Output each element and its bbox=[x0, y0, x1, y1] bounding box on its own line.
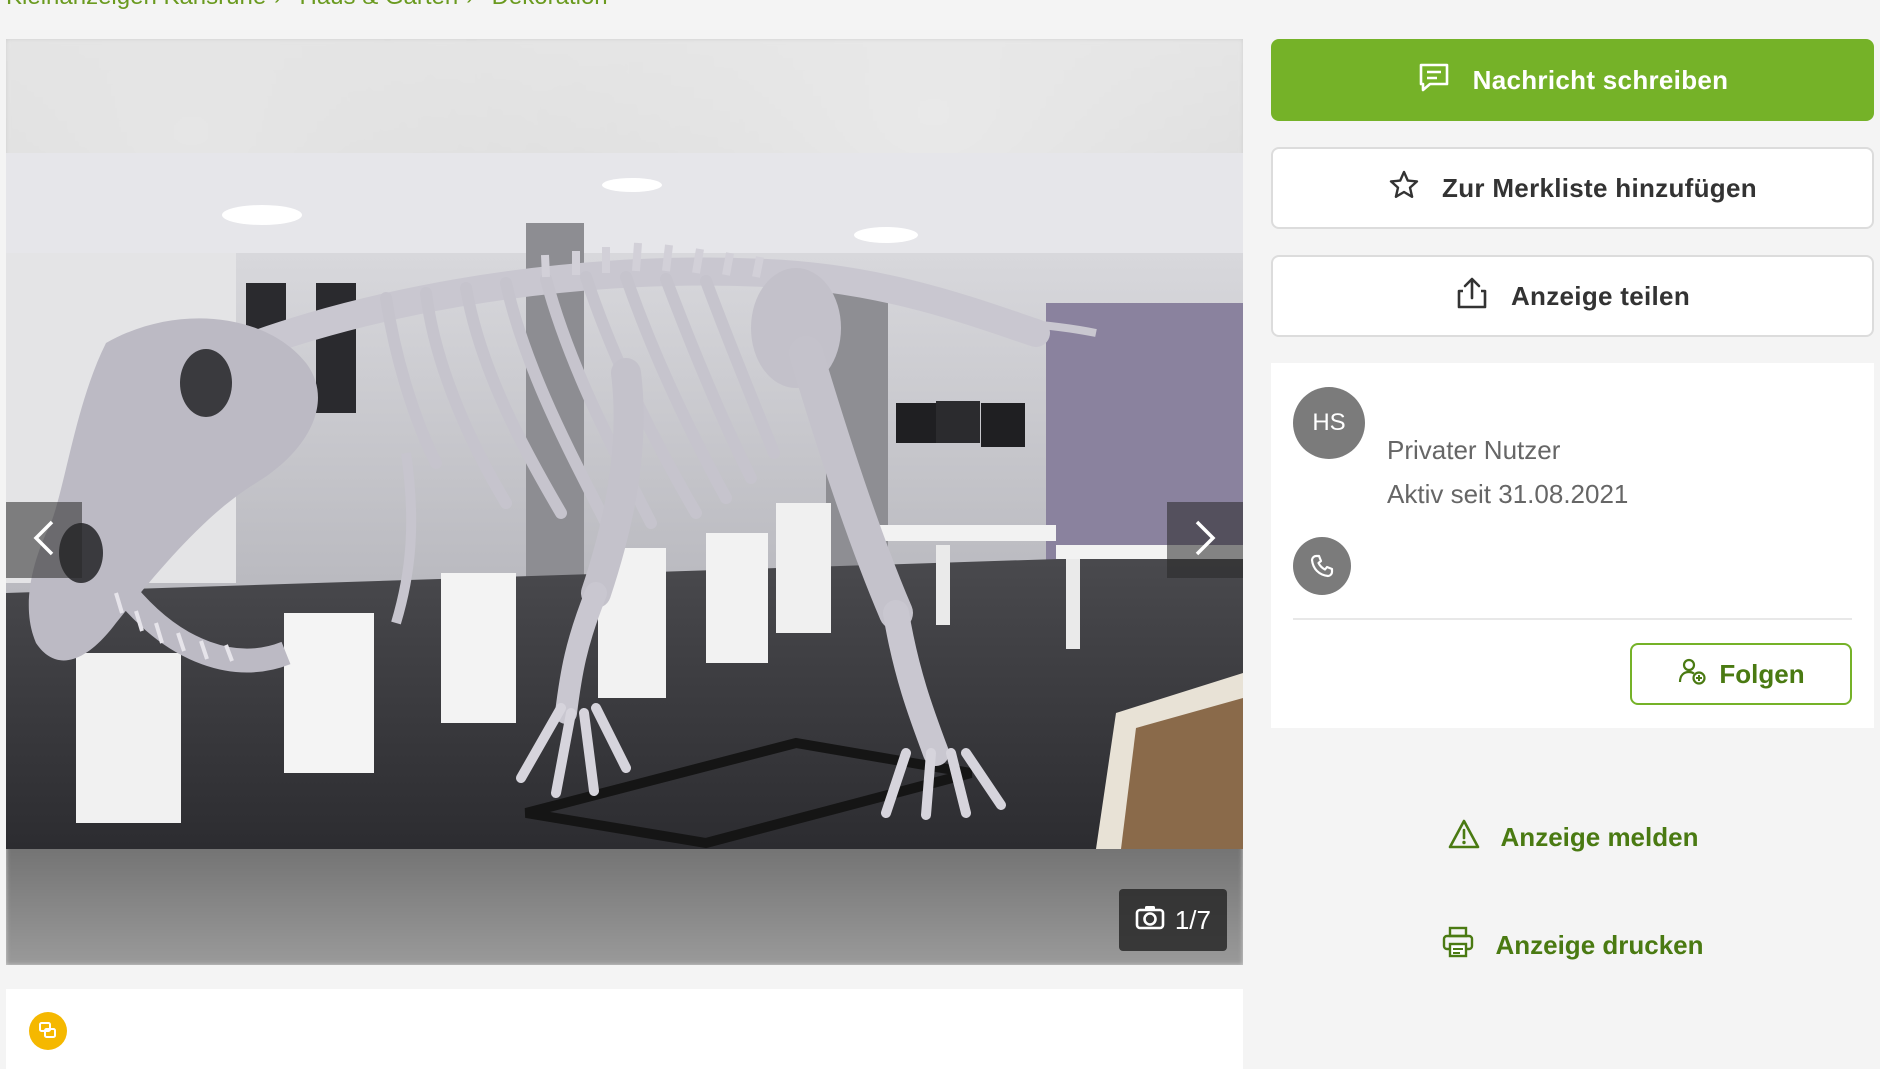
breadcrumb-chevron-icon: › bbox=[466, 0, 473, 10]
phone-icon[interactable] bbox=[1293, 537, 1351, 595]
dinosaur-skeleton-photo bbox=[6, 153, 1243, 849]
star-icon bbox=[1388, 169, 1420, 208]
avatar[interactable]: HS bbox=[1293, 387, 1365, 459]
share-listing-label: Anzeige teilen bbox=[1510, 280, 1690, 311]
follow-button[interactable]: Folgen bbox=[1630, 643, 1852, 705]
follow-label: Folgen bbox=[1719, 658, 1805, 689]
write-message-label: Nachricht schreiben bbox=[1472, 64, 1729, 95]
previous-image-button[interactable] bbox=[6, 502, 82, 578]
share-icon bbox=[1455, 276, 1489, 317]
report-listing-link[interactable]: Anzeige melden bbox=[1271, 812, 1874, 862]
listing-photo[interactable] bbox=[6, 153, 1243, 849]
user-add-icon bbox=[1677, 656, 1707, 693]
feature-badge-icon bbox=[29, 1012, 67, 1050]
seller-type: Privater Nutzer bbox=[1387, 435, 1561, 465]
chevron-left-icon bbox=[30, 518, 58, 563]
next-image-button[interactable] bbox=[1167, 502, 1243, 578]
print-listing-link[interactable]: Anzeige drucken bbox=[1271, 920, 1874, 970]
chevron-right-icon bbox=[1191, 518, 1219, 563]
share-listing-button[interactable]: Anzeige teilen bbox=[1271, 255, 1874, 337]
breadcrumb-link-category[interactable]: Haus & Garten bbox=[300, 0, 459, 11]
printer-icon bbox=[1441, 925, 1475, 966]
breadcrumb: Kleinanzeigen Karlsruhe › Haus & Garten … bbox=[6, 0, 608, 14]
print-listing-label: Anzeige drucken bbox=[1495, 929, 1704, 960]
image-counter-text: 1/7 bbox=[1174, 904, 1211, 935]
warning-icon bbox=[1447, 818, 1481, 857]
seller-active-since: Aktiv seit 31.08.2021 bbox=[1387, 479, 1629, 509]
divider bbox=[1293, 618, 1852, 620]
image-counter: 1/7 bbox=[1118, 889, 1227, 951]
add-to-watchlist-button[interactable]: Zur Merkliste hinzufügen bbox=[1271, 147, 1874, 229]
seller-card: HS Privater Nutzer Aktiv seit 31.08.2021… bbox=[1271, 363, 1874, 728]
add-to-watchlist-label: Zur Merkliste hinzufügen bbox=[1442, 172, 1757, 203]
message-icon bbox=[1417, 60, 1451, 101]
camera-icon bbox=[1135, 904, 1165, 937]
breadcrumb-link-city[interactable]: Kleinanzeigen Karlsruhe bbox=[6, 0, 266, 11]
listing-details-card bbox=[6, 989, 1243, 1069]
breadcrumb-link-subcategory[interactable]: Dekoration bbox=[492, 0, 608, 11]
report-listing-label: Anzeige melden bbox=[1500, 821, 1699, 852]
breadcrumb-chevron-icon: › bbox=[274, 0, 281, 10]
write-message-button[interactable]: Nachricht schreiben bbox=[1271, 39, 1874, 121]
image-gallery[interactable]: 1/7 bbox=[6, 39, 1243, 965]
